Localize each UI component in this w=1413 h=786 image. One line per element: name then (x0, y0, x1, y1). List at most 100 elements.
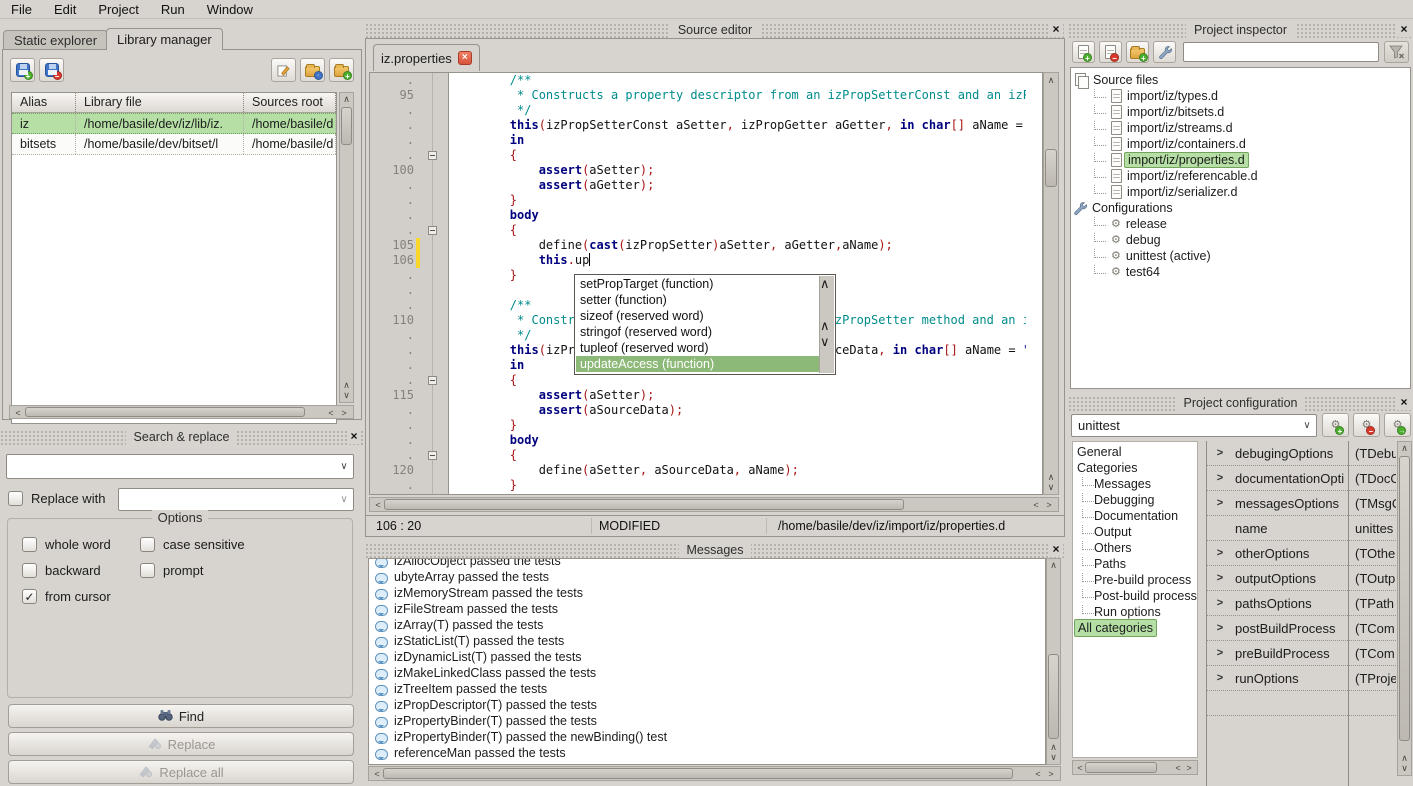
category-general[interactable]: General (1077, 444, 1197, 460)
category-item[interactable]: Pre-build process (1077, 572, 1197, 588)
tab-close-icon[interactable]: × (458, 51, 472, 65)
project-tree[interactable]: Source filesimport/iz/types.dimport/iz/b… (1070, 67, 1411, 389)
edit-library-button[interactable] (271, 58, 296, 82)
tree-item-configuration[interactable]: ⚙debug (1089, 232, 1161, 248)
message-item[interactable]: izMemoryStream passed the tests (369, 585, 1045, 601)
property-row[interactable]: >otherOptions(TOthe (1207, 541, 1396, 566)
message-item[interactable]: izTreeItem passed the tests (369, 681, 1045, 697)
message-item[interactable]: izMakeLinkedClass passed the tests (369, 665, 1045, 681)
inspector-filter-input[interactable] (1183, 42, 1379, 62)
search-term-combobox[interactable]: ∨ (6, 454, 354, 479)
editor-vscroll[interactable]: ∧ ∧∨ (1043, 72, 1059, 495)
category-item[interactable]: Output (1077, 524, 1197, 540)
close-icon[interactable]: × (1397, 395, 1411, 410)
property-row[interactable]: >outputOptions(TOutp (1207, 566, 1396, 591)
message-item[interactable]: izDynamicList(T) passed the tests (369, 649, 1045, 665)
replace-term-combobox[interactable]: ∨ (118, 488, 354, 511)
property-row[interactable]: >messagesOptions(TMsgO (1207, 491, 1396, 516)
replace-with-checkbox[interactable] (8, 491, 23, 506)
close-icon[interactable]: × (1049, 542, 1063, 557)
remove-library-button[interactable]: − (39, 58, 64, 82)
completion-item[interactable]: updateAccess (function) (576, 356, 819, 372)
message-item[interactable]: referenceMan passed the tests (369, 745, 1045, 761)
message-item[interactable]: izPropertyBinder(T) passed the newBindin… (369, 729, 1045, 745)
completion-item[interactable]: stringof (reserved word) (576, 324, 819, 340)
close-icon[interactable]: × (347, 429, 361, 444)
expand-arrow-icon[interactable]: > (1207, 597, 1233, 609)
expand-arrow-icon[interactable]: > (1207, 622, 1233, 634)
menu-item-file[interactable]: File (0, 2, 43, 17)
option-categories-list[interactable]: GeneralCategoriesMessagesDebuggingDocume… (1072, 441, 1198, 758)
completion-item[interactable]: setter (function) (576, 292, 819, 308)
category-root[interactable]: Categories (1077, 460, 1197, 476)
fold-collapse-icon[interactable] (428, 151, 437, 160)
close-icon[interactable]: × (1397, 22, 1411, 37)
property-row[interactable]: >preBuildProcess(TCom (1207, 641, 1396, 666)
tree-item-file[interactable]: import/iz/containers.d (1089, 136, 1246, 152)
column-header[interactable]: Library file (76, 93, 244, 112)
property-row[interactable]: >debugingOptions(TDebu (1207, 441, 1396, 466)
tree-item-file[interactable]: import/iz/bitsets.d (1089, 104, 1224, 120)
categories-hscroll[interactable]: < <> (1072, 760, 1198, 775)
menu-item-edit[interactable]: Edit (43, 2, 87, 17)
project-tools-button[interactable] (1153, 41, 1176, 63)
completion-item[interactable]: sizeof (reserved word) (576, 308, 819, 324)
category-item[interactable]: Post-build process (1077, 588, 1197, 604)
tree-item-file[interactable]: import/iz/referencable.d (1089, 168, 1258, 184)
expand-arrow-icon[interactable]: > (1207, 547, 1233, 559)
fold-collapse-icon[interactable] (428, 226, 437, 235)
tree-node-configurations[interactable]: Configurations (1073, 200, 1173, 216)
category-item[interactable]: Paths (1077, 556, 1197, 572)
menu-item-project[interactable]: Project (87, 2, 149, 17)
completion-item[interactable]: setPropTarget (function) (576, 276, 819, 292)
tree-item-file[interactable]: import/iz/types.d (1089, 88, 1218, 104)
menu-item-run[interactable]: Run (150, 2, 196, 17)
category-item[interactable]: Documentation (1077, 508, 1197, 524)
configuration-selector[interactable]: unittest∨ (1071, 414, 1317, 437)
message-item[interactable]: izPropDescriptor(T) passed the tests (369, 697, 1045, 713)
editor-tab-iz-properties[interactable]: iz.properties × (373, 44, 480, 71)
library-table-vscroll[interactable]: ∧ ∧∨ (339, 92, 354, 403)
add-folder-button[interactable]: + (1126, 41, 1149, 63)
message-item[interactable]: izFileStream passed the tests (369, 601, 1045, 617)
checkbox[interactable] (140, 537, 155, 552)
add-file-button[interactable]: + (1072, 41, 1095, 63)
messages-list[interactable]: izAllocObject passed the testsubyteArray… (368, 558, 1046, 765)
checkbox[interactable] (22, 537, 37, 552)
fold-collapse-icon[interactable] (428, 376, 437, 385)
menu-item-window[interactable]: Window (196, 2, 264, 17)
message-item[interactable]: izAllocObject passed the tests (369, 558, 1045, 569)
sync-configuration-button[interactable]: ⚙→ (1384, 413, 1411, 437)
expand-arrow-icon[interactable]: > (1207, 472, 1233, 484)
table-row[interactable]: iz/home/basile/dev/iz/lib/iz./home/basil… (12, 113, 336, 134)
close-icon[interactable]: × (1049, 22, 1063, 37)
grid-vscroll[interactable]: ∧ ∧∨ (1397, 441, 1412, 776)
add-library-button[interactable]: + (10, 58, 35, 82)
library-table-hscroll[interactable]: < <> (9, 405, 354, 419)
completion-item[interactable]: tupleof (reserved word) (576, 340, 819, 356)
code-editor[interactable]: .95....100....105106...110....115....120… (369, 72, 1043, 495)
remove-configuration-button[interactable]: ⚙− (1353, 413, 1380, 437)
expand-arrow-icon[interactable]: > (1207, 647, 1233, 659)
editor-hscroll[interactable]: < <> (369, 497, 1059, 512)
message-item[interactable]: ubyteArray passed the tests (369, 569, 1045, 585)
column-header[interactable]: Sources root (244, 93, 336, 112)
property-row[interactable]: >pathsOptions(TPath (1207, 591, 1396, 616)
checkbox[interactable]: ✓ (22, 589, 37, 604)
find-button[interactable]: Find (8, 704, 354, 728)
category-all[interactable]: All categories (1077, 620, 1197, 636)
configuration-property-grid[interactable]: >debugingOptions(TDebu>documentationOpti… (1206, 441, 1396, 786)
table-row[interactable]: bitsets/home/basile/dev/bitset/l/home/ba… (12, 134, 336, 155)
tab-library-manager[interactable]: Library manager (106, 28, 223, 50)
completion-scrollbar[interactable]: ∧ ∧∨ (819, 276, 834, 373)
message-item[interactable]: izPropertyBinder(T) passed the tests (369, 713, 1045, 729)
tree-item-file[interactable]: import/iz/properties.d (1089, 152, 1245, 168)
message-item[interactable]: izStaticList(T) passed the tests (369, 633, 1045, 649)
expand-arrow-icon[interactable]: > (1207, 672, 1233, 684)
checkbox[interactable] (22, 563, 37, 578)
tab-static-explorer[interactable]: Static explorer (3, 30, 108, 50)
clear-filter-button[interactable] (1384, 41, 1409, 63)
category-item[interactable]: Messages (1077, 476, 1197, 492)
view-library-sources-button[interactable]: ◦ (300, 58, 325, 82)
message-item[interactable]: izArray(T) passed the tests (369, 617, 1045, 633)
